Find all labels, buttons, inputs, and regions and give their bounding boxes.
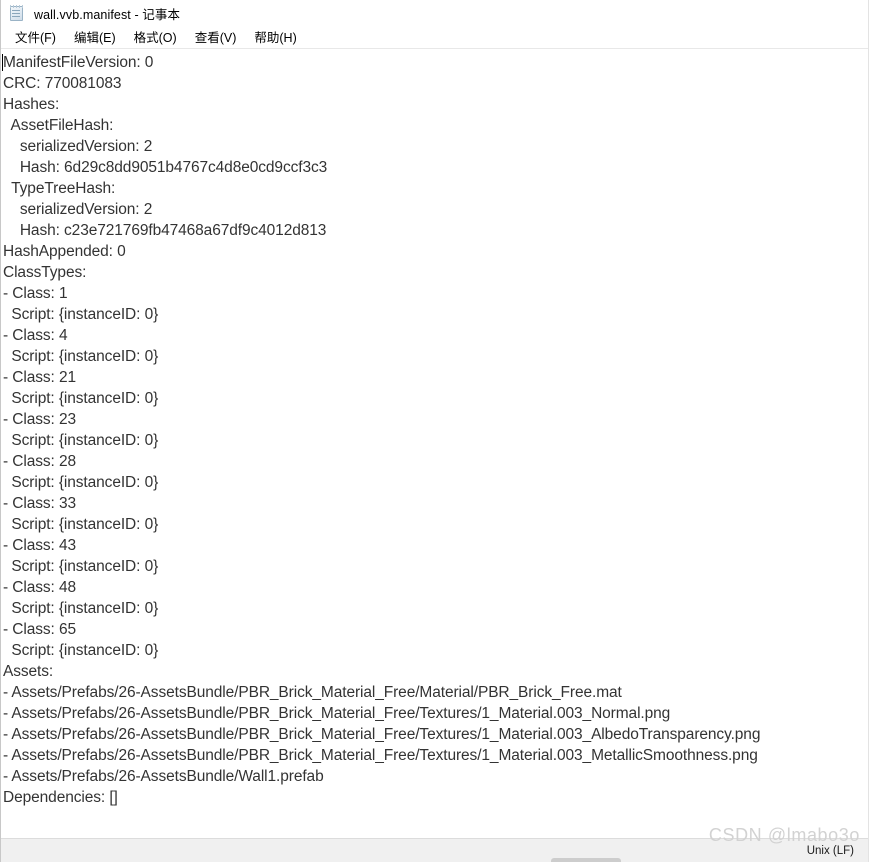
menu-bar: 文件(F) 编辑(E) 格式(O) 查看(V) 帮助(H) [1, 26, 868, 49]
menu-item-edit[interactable]: 编辑(E) [65, 25, 125, 49]
document-text[interactable]: ManifestFileVersion: 0 CRC: 770081083 Ha… [3, 52, 868, 808]
window-title: wall.vvb.manifest - 记事本 [34, 7, 181, 22]
menu-item-file[interactable]: 文件(F) [6, 25, 65, 49]
menu-item-help[interactable]: 帮助(H) [245, 25, 305, 49]
notepad-window: wall.vvb.manifest - 记事本 文件(F) 编辑(E) 格式(O… [0, 0, 869, 862]
background-window-edge [1, 858, 869, 862]
text-editor-area[interactable]: ManifestFileVersion: 0 CRC: 770081083 Ha… [1, 49, 868, 838]
menu-item-format[interactable]: 格式(O) [125, 25, 186, 49]
menu-item-view[interactable]: 查看(V) [186, 25, 246, 49]
title-bar[interactable]: wall.vvb.manifest - 记事本 [1, 0, 868, 26]
notepad-icon [8, 4, 25, 22]
